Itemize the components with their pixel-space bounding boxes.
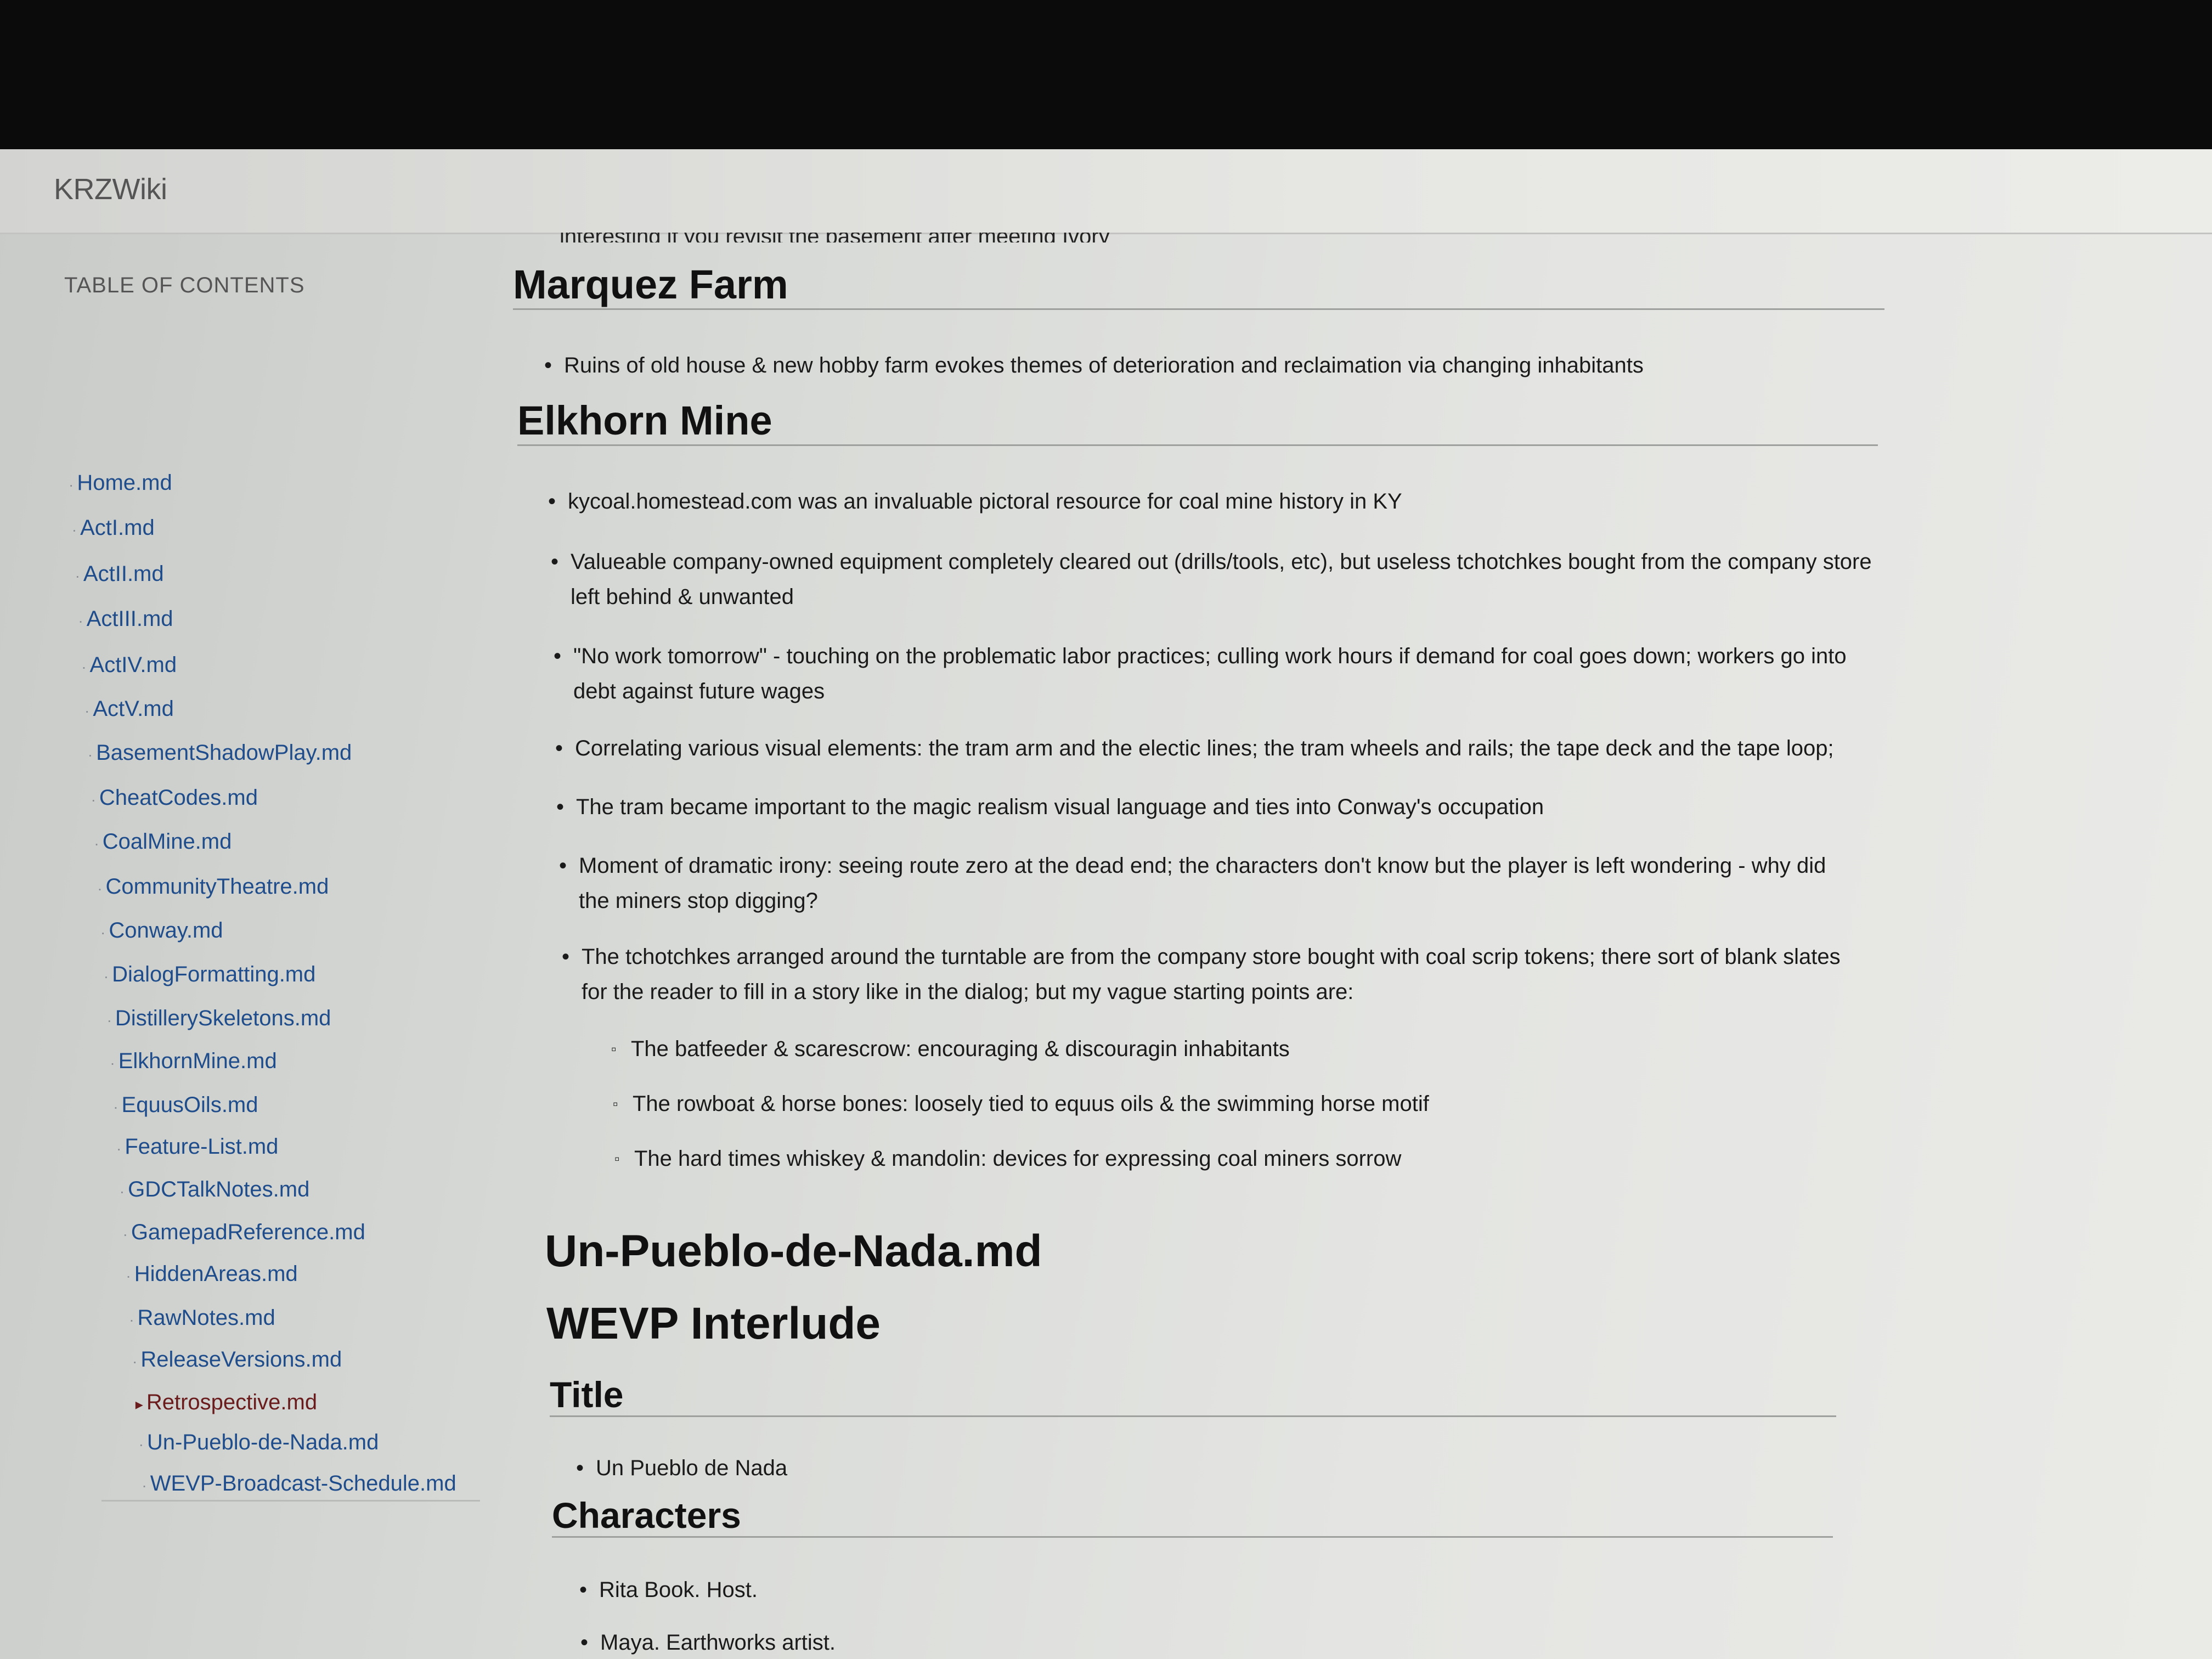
heading-rule	[513, 308, 1884, 310]
list-item: • kycoal.homestead.com was an invaluable …	[548, 489, 1402, 514]
sub-list-item: ▫ The rowboat & horse bones: loosely tied…	[613, 1092, 1429, 1116]
heading-rule	[517, 444, 1878, 446]
list-item: • The tchotchkes arranged around the turn…	[562, 945, 1841, 1004]
heading-rule	[552, 1536, 1833, 1538]
brand-link[interactable]: KRZWiki	[54, 172, 167, 206]
main-content: interesting if you revisit the basement …	[0, 233, 2212, 1659]
list-item: • Maya. Earthworks artist.	[580, 1630, 836, 1655]
list-item: • Correlating various visual elements: th…	[555, 736, 1834, 760]
section-heading-characters: Characters	[552, 1495, 741, 1536]
list-item: • Un Pueblo de Nada	[576, 1456, 788, 1480]
list-item: • Moment of dramatic irony: seeing route …	[559, 854, 1826, 913]
section-heading-marquez: Marquez Farm	[513, 262, 788, 307]
list-item: • Valueable company-owned equipment compl…	[551, 550, 1872, 609]
list-item: • The tram became important to the magic …	[556, 795, 1544, 819]
list-item: • "No work tomorrow" - touching on the pr…	[554, 644, 1847, 703]
clipped-bullet-text: interesting if you revisit the basement …	[560, 233, 1119, 242]
section-heading-elkhorn: Elkhorn Mine	[517, 398, 772, 443]
section-heading-interlude: WEVP Interlude	[546, 1299, 881, 1348]
list-item: • Ruins of old house & new hobby farm evo…	[544, 353, 1644, 377]
top-navbar: KRZWiki	[0, 149, 2212, 234]
document-title: Un-Pueblo-de-Nada.md	[545, 1226, 1042, 1276]
section-heading-title: Title	[550, 1374, 624, 1415]
heading-rule	[550, 1415, 1836, 1417]
browser-viewport: KRZWiki TABLE OF CONTENTS · Home.md · ActI.…	[0, 149, 2212, 1659]
sub-list-item: ▫ The batfeeder & scarescrow: encouraging…	[611, 1037, 1290, 1061]
list-item: • Rita Book. Host.	[579, 1578, 758, 1602]
sub-list-item: ▫ The hard times whiskey & mandolin: devi…	[614, 1147, 1402, 1171]
